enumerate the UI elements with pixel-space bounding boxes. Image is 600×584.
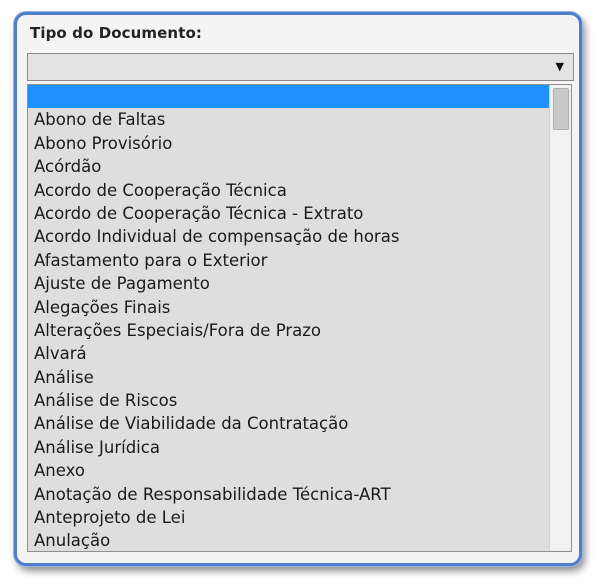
dropdown-option[interactable]: Acordo Individual de compensação de hora…: [28, 225, 550, 248]
dropdown-option[interactable]: Acordo de Cooperação Técnica: [28, 179, 550, 202]
options-list: Abono de Faltas Abono Provisório Acórdão Ac…: [28, 85, 550, 551]
dropdown-option[interactable]: Afastamento para o Exterior: [28, 249, 550, 272]
dropdown-scrollbar[interactable]: [549, 85, 571, 551]
dropdown-option[interactable]: Abono de Faltas: [28, 108, 550, 131]
dropdown-option[interactable]: Análise de Viabilidade da Contratação: [28, 412, 550, 435]
dropdown-option[interactable]: Acórdão: [28, 155, 550, 178]
dropdown-option[interactable]: Alterações Especiais/Fora de Prazo: [28, 319, 550, 342]
dropdown-option[interactable]: Análise Jurídica: [28, 436, 550, 459]
dropdown-arrow-icon[interactable]: ▼: [556, 60, 564, 73]
dropdown-option[interactable]: Anteprojeto de Lei: [28, 506, 550, 529]
dropdown-option-empty[interactable]: [28, 85, 550, 109]
dropdown-option[interactable]: Alegações Finais: [28, 296, 550, 319]
dropdown-option[interactable]: Anotação de Responsabilidade Técnica-ART: [28, 483, 550, 506]
dropdown-option[interactable]: Abono Provisório: [28, 132, 550, 155]
document-type-select[interactable]: ▼: [27, 53, 574, 81]
dropdown-option[interactable]: Anulação: [28, 529, 550, 551]
dropdown-option[interactable]: Análise: [28, 366, 550, 389]
dropdown-option[interactable]: Anexo: [28, 459, 550, 482]
document-type-dropdown-list[interactable]: Abono de Faltas Abono Provisório Acórdão Ac…: [27, 84, 572, 552]
dropdown-option[interactable]: Alvará: [28, 342, 550, 365]
document-type-label: Tipo do Documento:: [30, 24, 202, 42]
dropdown-option[interactable]: Acordo de Cooperação Técnica - Extrato: [28, 202, 550, 225]
dropdown-option[interactable]: Análise de Riscos: [28, 389, 550, 412]
scrollbar-thumb[interactable]: [553, 88, 569, 130]
dropdown-option[interactable]: Ajuste de Pagamento: [28, 272, 550, 295]
